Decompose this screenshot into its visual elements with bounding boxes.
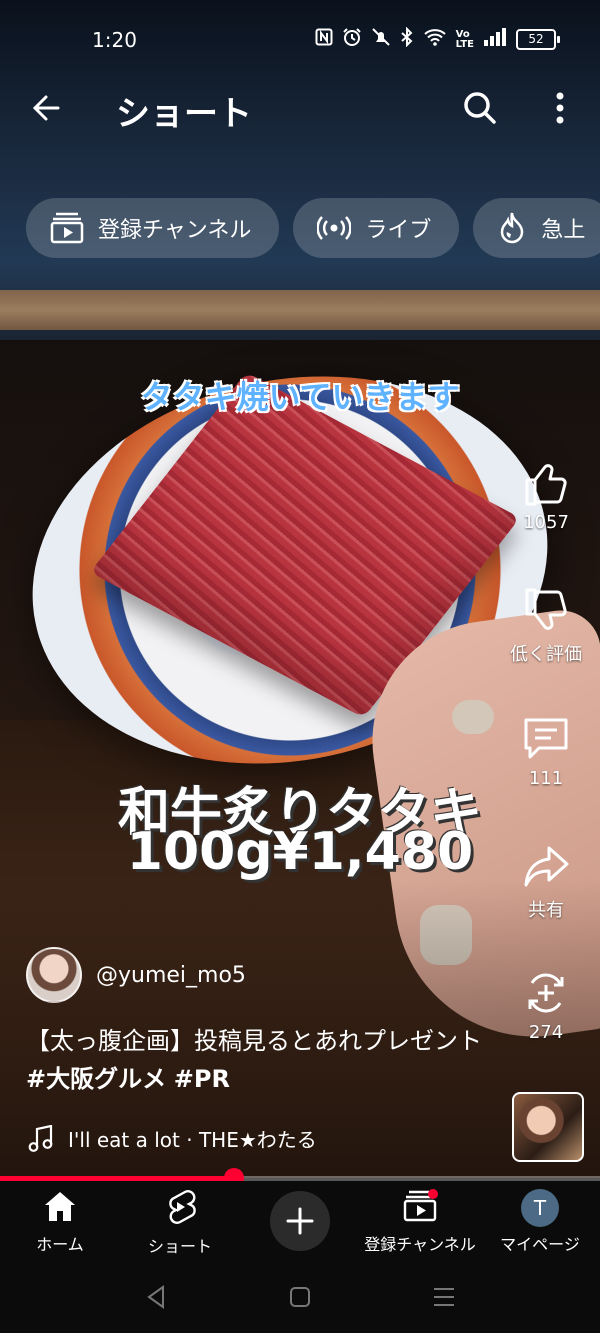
nfc-icon	[315, 28, 333, 51]
signal-icon	[483, 28, 507, 51]
chip-live[interactable]: ライブ	[293, 198, 460, 258]
chip-subscriptions[interactable]: 登録チャンネル	[26, 198, 280, 258]
sound-title: I'll eat a lot · THE★わたる	[68, 1128, 317, 1152]
nav-label: 登録チャンネル	[364, 1235, 476, 1254]
mute-icon	[371, 27, 391, 52]
bottom-navigation: ホーム ショート 登録チャンネル T マイページ	[0, 1181, 600, 1261]
sound-link[interactable]: I'll eat a lot · THE★わたる	[28, 1124, 317, 1153]
remix-button[interactable]: 274	[506, 968, 586, 1043]
status-time: 1:20	[92, 28, 137, 52]
remix-icon	[528, 973, 564, 1013]
dislike-button[interactable]: 低く評価	[506, 586, 586, 666]
more-vertical-icon	[556, 92, 564, 124]
nav-subscriptions[interactable]: 登録チャンネル	[360, 1189, 480, 1255]
live-icon	[317, 216, 352, 240]
share-button[interactable]: 共有	[506, 842, 586, 922]
hashtag-link[interactable]: #PR	[174, 1065, 230, 1093]
trending-icon	[501, 212, 524, 244]
search-button[interactable]	[460, 88, 500, 128]
remix-count: 274	[528, 1022, 564, 1043]
counter-edge	[0, 290, 600, 330]
system-recents-icon[interactable]	[432, 1286, 456, 1308]
volte-icon: Vo LTE	[455, 28, 474, 50]
chip-label: 急上	[541, 218, 586, 243]
search-icon	[464, 92, 496, 124]
page-title: ショート	[116, 94, 252, 134]
hashtag-link[interactable]: #大阪グルメ	[26, 1065, 166, 1093]
channel-avatar[interactable]	[26, 947, 82, 1003]
bluetooth-icon	[400, 26, 414, 52]
comment-count: 111	[528, 768, 564, 789]
system-navigation-bar	[0, 1261, 600, 1333]
dislike-label: 低く評価	[510, 644, 582, 665]
system-back-icon[interactable]	[145, 1285, 167, 1309]
new-content-dot	[428, 1189, 438, 1199]
chip-label: ライブ	[365, 218, 432, 243]
chip-trending[interactable]: 急上	[473, 198, 600, 258]
like-button[interactable]: 1057	[506, 458, 586, 533]
alarm-icon	[342, 27, 362, 52]
video-caption-top: タタキ焼いていきます	[140, 378, 460, 416]
arrow-left-icon	[32, 95, 60, 121]
nav-label: ホーム	[36, 1235, 84, 1254]
chip-label: 登録チャンネル	[98, 218, 252, 243]
shorts-icon	[169, 1190, 196, 1224]
comment-icon	[524, 718, 568, 759]
nav-label: ショート	[147, 1237, 212, 1256]
channel-handle[interactable]: @yumei_mo5	[96, 963, 246, 988]
subscriptions-icon	[50, 212, 84, 244]
share-icon	[524, 846, 569, 887]
nav-label: マイページ	[500, 1235, 580, 1254]
status-icons: Vo LTE 52	[315, 26, 560, 52]
like-count: 1057	[523, 512, 569, 533]
thumbs-down-icon	[525, 588, 567, 630]
nav-shorts[interactable]: ショート	[120, 1189, 240, 1257]
nav-home[interactable]: ホーム	[0, 1189, 120, 1255]
comments-button[interactable]: 111	[506, 714, 586, 789]
channel-info: @yumei_mo5	[26, 947, 246, 1003]
home-icon	[45, 1192, 75, 1221]
wifi-icon	[423, 28, 447, 51]
fingernail	[452, 700, 494, 734]
create-button[interactable]	[270, 1191, 330, 1251]
more-options-button[interactable]	[545, 88, 575, 128]
music-note-icon	[28, 1124, 53, 1152]
top-app-bar: ショート	[0, 80, 600, 136]
shorts-screen: タタキ焼いていきます 和牛炙りタタキ 100g¥1,480 1:20 Vo LTE	[0, 0, 600, 1333]
plus-icon	[286, 1207, 314, 1235]
share-label: 共有	[528, 900, 564, 921]
system-home-icon[interactable]	[289, 1286, 311, 1308]
filter-chips: 登録チャンネル ライブ 急上	[26, 198, 600, 260]
battery-icon: 52	[516, 29, 560, 50]
nav-mypage[interactable]: T マイページ	[480, 1189, 600, 1255]
description-text: 【太っ腹企画】投稿見るとあれプレゼント	[26, 1027, 482, 1055]
video-description[interactable]: 【太っ腹企画】投稿見るとあれプレゼント #大阪グルメ #PR	[26, 1022, 496, 1098]
status-bar: 1:20 Vo LTE 52	[0, 24, 600, 58]
sound-thumbnail[interactable]	[512, 1092, 584, 1162]
thumbs-up-icon	[525, 464, 567, 506]
account-avatar: T	[521, 1189, 559, 1227]
back-button[interactable]	[28, 88, 68, 128]
